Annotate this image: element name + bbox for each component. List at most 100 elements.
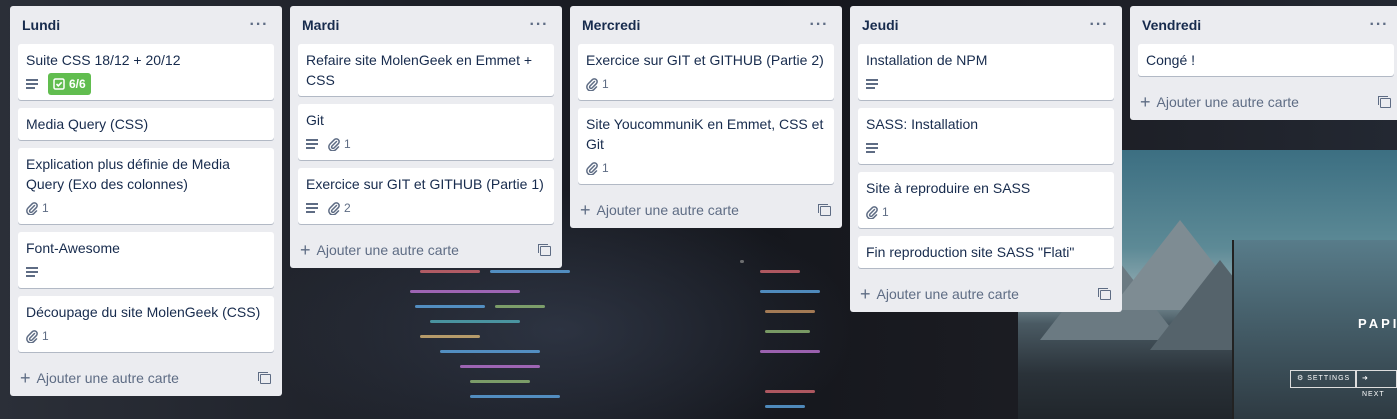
card-title: Exercice sur GIT et GITHUB (Partie 1) <box>306 176 544 192</box>
board: Lundi ··· Suite CSS 18/12 + 20/12 6/6 Media … <box>0 0 1397 419</box>
list-title[interactable]: Jeudi <box>860 17 899 33</box>
list-menu-icon[interactable]: ··· <box>246 17 272 33</box>
list-mardi: Mardi ··· Refaire site MolenGeek en Emmet … <box>290 6 562 268</box>
card-title: Congé ! <box>1146 52 1196 68</box>
card-title: Suite CSS 18/12 + 20/12 <box>26 52 181 68</box>
attachment-count: 1 <box>602 161 609 175</box>
list-mercredi: Mercredi ··· Exercice sur GIT et GITHUB (P… <box>570 6 842 228</box>
attachment-badge: 1 <box>586 161 609 175</box>
card[interactable]: Découpage du site MolenGeek (CSS) 1 <box>18 296 274 352</box>
attachment-count: 1 <box>42 201 49 215</box>
attachment-count: 1 <box>882 205 889 219</box>
description-icon <box>26 79 38 89</box>
paperclip-icon <box>866 205 878 219</box>
card-title: Site à reproduire en SASS <box>866 180 1031 196</box>
add-card-label: Ajouter une autre carte <box>596 202 739 218</box>
card[interactable]: Font-Awesome <box>18 232 274 288</box>
attachment-badge: 1 <box>26 201 49 215</box>
add-card-row: + Ajouter une autre carte <box>858 276 1114 312</box>
checkbox-icon <box>53 78 65 90</box>
card-badges: 6/6 <box>26 73 266 95</box>
create-from-template-icon[interactable] <box>1378 96 1391 108</box>
list-menu-icon[interactable]: ··· <box>526 17 552 33</box>
card[interactable]: Congé ! <box>1138 44 1394 76</box>
attachment-badge: 1 <box>26 329 49 343</box>
card-badges <box>26 262 266 282</box>
list-menu-icon[interactable]: ··· <box>1366 17 1392 33</box>
plus-icon: + <box>300 240 311 260</box>
create-from-template-icon[interactable] <box>538 244 551 256</box>
paperclip-icon <box>26 201 38 215</box>
card[interactable]: SASS: Installation <box>858 108 1114 164</box>
card-title: Fin reproduction site SASS "Flati" <box>866 244 1075 260</box>
add-card-button[interactable]: + Ajouter une autre carte <box>300 240 459 260</box>
add-card-button[interactable]: + Ajouter une autre carte <box>1140 92 1299 112</box>
list-header[interactable]: Jeudi ··· <box>858 6 1114 44</box>
list-title[interactable]: Mercredi <box>580 17 640 33</box>
attachment-count: 2 <box>344 201 351 215</box>
card-badges <box>866 138 1106 158</box>
add-card-button[interactable]: + Ajouter une autre carte <box>20 368 179 388</box>
list-lundi: Lundi ··· Suite CSS 18/12 + 20/12 6/6 Media … <box>10 6 282 396</box>
add-card-label: Ajouter une autre carte <box>1156 94 1299 110</box>
card[interactable]: Exercice sur GIT et GITHUB (Partie 2) 1 <box>578 44 834 100</box>
card[interactable]: Suite CSS 18/12 + 20/12 6/6 <box>18 44 274 100</box>
plus-icon: + <box>860 284 871 304</box>
attachment-badge: 2 <box>328 201 351 215</box>
attachment-badge: 1 <box>586 77 609 91</box>
card[interactable]: Fin reproduction site SASS "Flati" <box>858 236 1114 268</box>
list-header[interactable]: Lundi ··· <box>18 6 274 44</box>
attachment-count: 1 <box>344 137 351 151</box>
card-title: SASS: Installation <box>866 116 979 132</box>
create-from-template-icon[interactable] <box>258 372 271 384</box>
attachment-badge: 1 <box>328 137 351 151</box>
card-title: Explication plus définie de Media Query … <box>26 156 230 192</box>
card[interactable]: Site YoucommuniK en Emmet, CSS et Git 1 <box>578 108 834 184</box>
card[interactable]: Media Query (CSS) <box>18 108 274 140</box>
add-card-row: + Ajouter une autre carte <box>18 360 274 396</box>
list-jeudi: Jeudi ··· Installation de NPM SASS: Install… <box>850 6 1122 312</box>
card-title: Exercice sur GIT et GITHUB (Partie 2) <box>586 52 824 68</box>
list-menu-icon[interactable]: ··· <box>1086 17 1112 33</box>
add-card-label: Ajouter une autre carte <box>36 370 179 386</box>
add-card-button[interactable]: + Ajouter une autre carte <box>580 201 739 219</box>
list-vendredi: Vendredi ··· Congé ! + Ajouter une autre car… <box>1130 6 1397 120</box>
list-header[interactable]: Mardi ··· <box>298 6 554 44</box>
add-card-row: + Ajouter une autre carte <box>298 232 554 268</box>
add-card-button[interactable]: + Ajouter une autre carte <box>860 284 1019 304</box>
card-title: Git <box>306 112 324 128</box>
create-from-template-icon[interactable] <box>1098 288 1111 300</box>
checklist-count: 6/6 <box>69 77 86 91</box>
card-title: Refaire site MolenGeek en Emmet + CSS <box>306 52 533 88</box>
card[interactable]: Explication plus définie de Media Query … <box>18 148 274 224</box>
description-icon <box>866 79 878 89</box>
card[interactable]: Git 1 <box>298 104 554 160</box>
card[interactable]: Exercice sur GIT et GITHUB (Partie 1) 2 <box>298 168 554 224</box>
card-title: Découpage du site MolenGeek (CSS) <box>26 304 261 320</box>
create-from-template-icon[interactable] <box>818 204 831 216</box>
card-title: Site YoucommuniK en Emmet, CSS et Git <box>586 116 824 152</box>
plus-icon: + <box>1140 92 1151 112</box>
list-header[interactable]: Mercredi ··· <box>578 6 834 44</box>
list-menu-icon[interactable]: ··· <box>806 17 832 33</box>
attachment-count: 1 <box>42 329 49 343</box>
card-badges <box>866 74 1106 94</box>
card-badges: 1 <box>306 134 546 154</box>
plus-icon: + <box>20 368 31 388</box>
card[interactable]: Installation de NPM <box>858 44 1114 100</box>
paperclip-icon <box>328 201 340 215</box>
description-icon <box>26 267 38 277</box>
card-badges: 1 <box>586 74 826 94</box>
card-badges: 2 <box>306 198 546 218</box>
paperclip-icon <box>328 137 340 151</box>
list-title[interactable]: Vendredi <box>1140 17 1201 33</box>
list-header[interactable]: Vendredi ··· <box>1138 6 1394 44</box>
checklist-badge: 6/6 <box>48 73 91 95</box>
add-card-label: Ajouter une autre carte <box>876 286 1019 302</box>
list-title[interactable]: Lundi <box>20 17 60 33</box>
card[interactable]: Refaire site MolenGeek en Emmet + CSS <box>298 44 554 96</box>
card[interactable]: Site à reproduire en SASS 1 <box>858 172 1114 228</box>
list-title[interactable]: Mardi <box>300 17 339 33</box>
add-card-row: + Ajouter une autre carte <box>1138 84 1394 120</box>
add-card-row: + Ajouter une autre carte <box>578 192 834 228</box>
